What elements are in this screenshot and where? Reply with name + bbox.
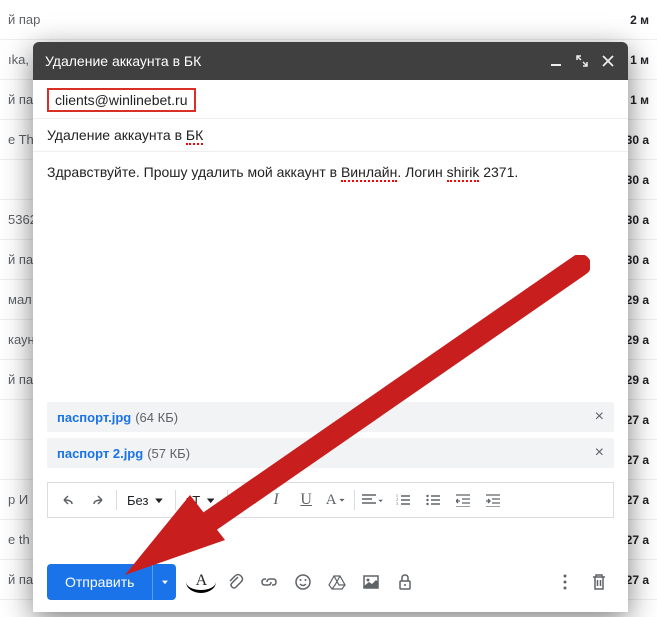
compose-window: Удаление аккаунта в БК clients@winlinebe… — [33, 42, 628, 612]
insert-image-icon[interactable] — [356, 567, 386, 597]
expand-icon[interactable] — [574, 53, 590, 69]
attachment-name: паспорт.jpg — [57, 410, 131, 425]
attachment-item[interactable]: паспорт.jpg (64 КБ) × — [47, 402, 614, 432]
message-body[interactable]: Здравствуйте. Прошу удалить мой аккаунт … — [33, 152, 628, 402]
italic-icon[interactable]: I — [262, 486, 290, 514]
outdent-icon[interactable] — [449, 486, 477, 514]
text-color-icon[interactable]: A▼ — [322, 486, 350, 514]
recipient-highlight: clients@winlinebet.ru — [47, 88, 196, 112]
attachments-area: паспорт.jpg (64 КБ) × паспорт 2.jpg (57 … — [33, 402, 628, 482]
underline-icon[interactable]: U — [292, 486, 320, 514]
indent-icon[interactable] — [479, 486, 507, 514]
numbered-list-icon[interactable]: 123 — [389, 486, 417, 514]
align-icon[interactable]: ▼ — [359, 486, 387, 514]
compose-title: Удаление аккаунта в БК — [45, 53, 538, 69]
send-options-dropdown[interactable]: ▼ — [152, 564, 176, 600]
attachment-size: (64 КБ) — [135, 410, 178, 425]
remove-attachment-icon[interactable]: × — [595, 444, 604, 462]
bold-icon[interactable]: B — [232, 486, 260, 514]
text-format-icon[interactable]: A — [186, 571, 216, 593]
compose-header: Удаление аккаунта в БК — [33, 42, 628, 80]
attachment-name: паспорт 2.jpg — [57, 446, 143, 461]
minimize-icon[interactable] — [548, 53, 564, 69]
drive-icon[interactable] — [322, 567, 352, 597]
emoji-icon[interactable] — [288, 567, 318, 597]
bullet-list-icon[interactable] — [419, 486, 447, 514]
discard-draft-icon[interactable] — [584, 567, 614, 597]
bottom-toolbar: Отправить ▼ A — [33, 552, 628, 612]
redo-icon[interactable] — [84, 486, 112, 514]
subject-field[interactable]: Удаление аккаунта в БК — [33, 119, 628, 152]
attach-file-icon[interactable] — [220, 567, 250, 597]
send-button-group: Отправить ▼ — [47, 564, 176, 600]
send-button[interactable]: Отправить — [47, 564, 152, 600]
inbox-row[interactable]: й пар2 м — [0, 0, 657, 40]
to-field[interactable]: clients@winlinebet.ru — [33, 80, 628, 119]
format-toolbar: Без▼ тТ▼ B I U A▼ ▼ 123 — [47, 482, 614, 518]
font-family-select[interactable]: Без▼ — [121, 493, 171, 508]
svg-text:3: 3 — [396, 501, 398, 506]
confidential-mode-icon[interactable] — [390, 567, 420, 597]
remove-attachment-icon[interactable]: × — [595, 408, 604, 426]
more-options-icon[interactable] — [550, 567, 580, 597]
attachment-size: (57 КБ) — [147, 446, 190, 461]
font-size-select[interactable]: тТ▼ — [180, 493, 223, 508]
close-icon[interactable] — [600, 53, 616, 69]
attachment-item[interactable]: паспорт 2.jpg (57 КБ) × — [47, 438, 614, 468]
undo-icon[interactable] — [54, 486, 82, 514]
insert-link-icon[interactable] — [254, 567, 284, 597]
